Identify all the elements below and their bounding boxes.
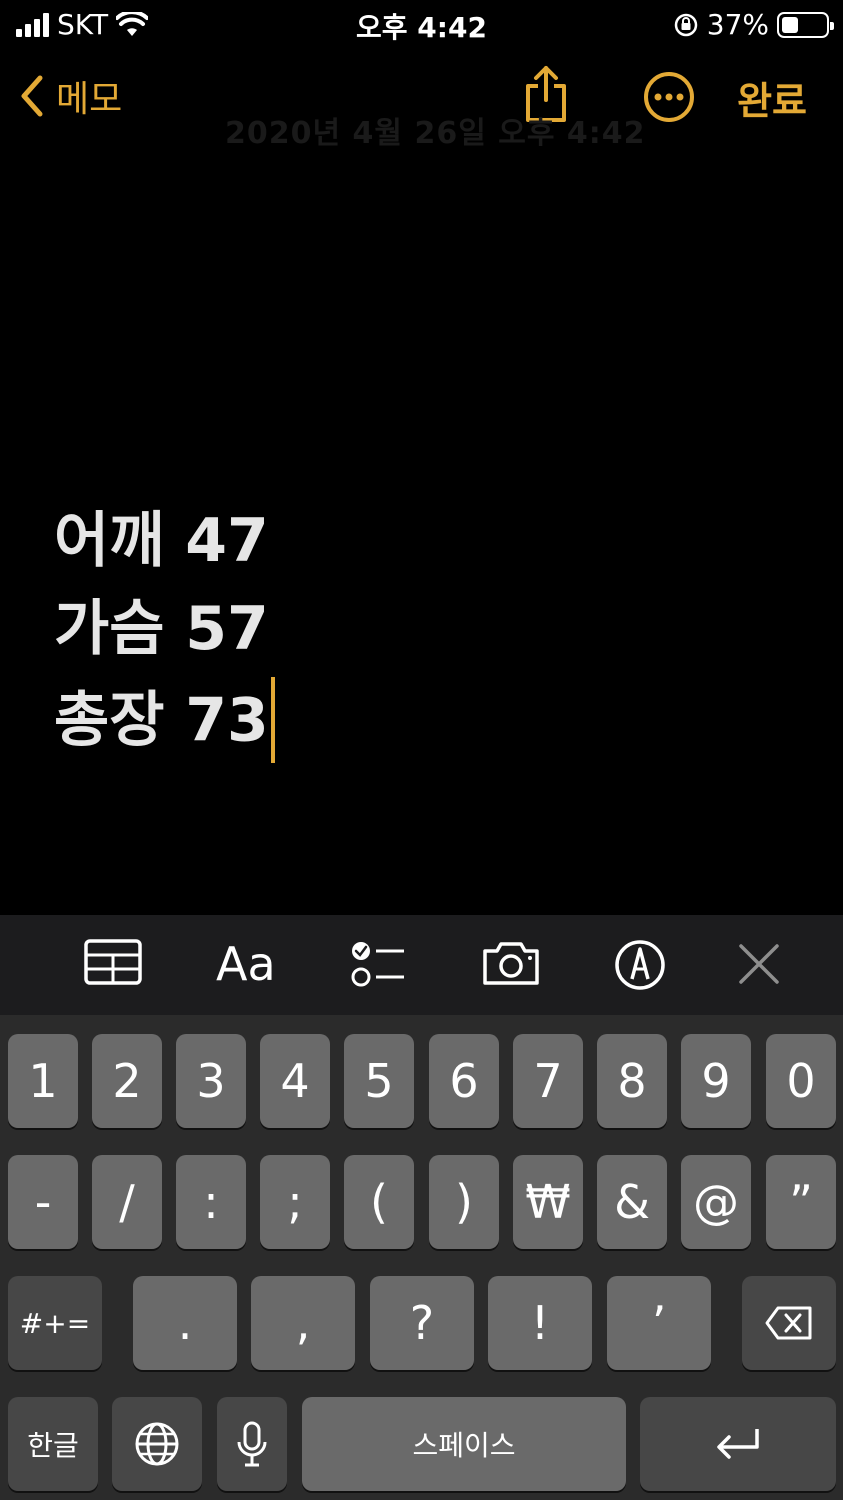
battery-icon <box>777 11 834 38</box>
camera-button[interactable] <box>481 939 541 987</box>
format-button[interactable]: Aa <box>216 937 276 991</box>
key-period[interactable]: . <box>133 1276 237 1370</box>
battery-fill <box>782 16 798 33</box>
key-won[interactable]: ₩ <box>513 1155 583 1249</box>
table-button[interactable] <box>84 939 142 985</box>
globe-key[interactable] <box>112 1397 202 1491</box>
table-icon <box>84 939 142 985</box>
back-button[interactable]: 메모 <box>18 70 122 122</box>
key-at[interactable]: @ <box>681 1155 751 1249</box>
key-slash[interactable]: / <box>92 1155 162 1249</box>
text-cursor <box>270 677 275 763</box>
checklist-icon <box>351 942 404 987</box>
key-dash[interactable]: - <box>8 1155 78 1249</box>
delete-key[interactable] <box>742 1276 836 1370</box>
key-comma[interactable]: , <box>251 1276 355 1370</box>
key-question[interactable]: ? <box>370 1276 474 1370</box>
key-8[interactable]: 8 <box>597 1034 667 1128</box>
note-line: 어깨 47 <box>54 506 269 576</box>
key-4[interactable]: 4 <box>260 1034 330 1128</box>
note-line-last: 총장 73 <box>54 677 275 769</box>
key-open-paren[interactable]: ( <box>344 1155 414 1249</box>
key-apostrophe[interactable]: ’ <box>607 1276 711 1370</box>
battery-percent: 37% <box>706 8 769 41</box>
camera-icon <box>483 942 539 985</box>
markup-pen-icon <box>615 940 665 990</box>
key-ampersand[interactable]: & <box>597 1155 667 1249</box>
note-date: 2020년 4월 26일 오후 4:42 <box>225 116 646 151</box>
key-5[interactable]: 5 <box>344 1034 414 1128</box>
return-icon <box>717 1429 759 1459</box>
dictation-key[interactable] <box>217 1397 287 1491</box>
key-7[interactable]: 7 <box>513 1034 583 1128</box>
more-button[interactable] <box>642 70 696 128</box>
key-exclamation[interactable]: ! <box>488 1276 592 1370</box>
key-3[interactable]: 3 <box>176 1034 246 1128</box>
key-semicolon[interactable]: ; <box>260 1155 330 1249</box>
key-9[interactable]: 9 <box>681 1034 751 1128</box>
key-6[interactable]: 6 <box>429 1034 499 1128</box>
chevron-left-icon <box>21 75 43 117</box>
more-icon <box>644 72 694 122</box>
note-line-text: 총장 73 <box>54 685 269 756</box>
return-key[interactable] <box>640 1397 836 1491</box>
space-key[interactable]: 스페이스 <box>302 1397 626 1491</box>
done-button[interactable]: 완료 <box>737 70 807 125</box>
rotation-lock-icon <box>674 13 698 36</box>
key-close-paren[interactable]: ) <box>429 1155 499 1249</box>
status-bar: SKT 오후 4:42 37% <box>0 0 843 48</box>
key-colon[interactable]: : <box>176 1155 246 1249</box>
format-toolbar: Aa <box>0 915 843 1015</box>
note-body[interactable]: 어깨 47 가슴 57 총장 73 <box>54 505 275 769</box>
keyboard: 1 2 3 4 5 6 7 8 9 0 - / : ; ( ) ₩ & @ ” … <box>0 1015 843 1500</box>
key-1[interactable]: 1 <box>8 1034 78 1128</box>
note-line: 가슴 57 <box>54 594 269 664</box>
close-icon <box>739 944 779 984</box>
symbols-key[interactable]: #+= <box>8 1276 102 1370</box>
key-quote[interactable]: ” <box>766 1155 836 1249</box>
checklist-button[interactable] <box>350 939 406 989</box>
back-label: 메모 <box>56 79 123 120</box>
close-toolbar-button[interactable] <box>738 943 780 985</box>
backspace-icon <box>765 1306 812 1340</box>
markup-button[interactable] <box>614 939 666 991</box>
microphone-icon <box>237 1421 267 1467</box>
key-2[interactable]: 2 <box>92 1034 162 1128</box>
key-0[interactable]: 0 <box>766 1034 836 1128</box>
hangul-key[interactable]: 한글 <box>8 1397 98 1491</box>
status-right: 37% <box>673 8 834 41</box>
globe-icon <box>135 1422 179 1466</box>
